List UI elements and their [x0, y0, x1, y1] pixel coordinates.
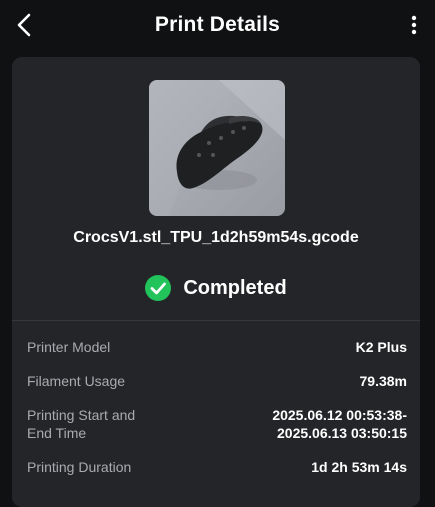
filament-usage-value: 79.38m: [359, 373, 407, 389]
page-title: Print Details: [154, 13, 281, 36]
print-details-card: CrocsV1.stl_TPU_1d2h59m54s.gcode Complet…: [12, 57, 420, 507]
more-options-button[interactable]: [403, 10, 425, 40]
print-status: Completed: [12, 272, 420, 304]
print-duration-value: 1d 2h 53m 14s: [311, 459, 407, 475]
printer-model-label: Printer Model: [27, 339, 111, 355]
filament-usage-label: Filament Usage: [27, 373, 126, 389]
top-bar: Print Details: [0, 0, 435, 52]
filament-usage-row: Filament Usage 79.38m: [27, 372, 407, 390]
divider: [12, 320, 420, 321]
check-circle-icon: [145, 275, 172, 301]
more-vertical-icon: [411, 15, 417, 35]
printer-model-value: K2 Plus: [355, 339, 407, 355]
print-time-row: Printing Start and End Time 2025.06.12 0…: [27, 406, 407, 442]
print-time-label-line1: Printing Start and: [27, 407, 136, 423]
print-time-label: Printing Start and End Time: [27, 406, 135, 442]
printer-model-row: Printer Model K2 Plus: [27, 338, 407, 356]
print-duration-row: Printing Duration 1d 2h 53m 14s: [27, 458, 407, 476]
print-time-label-line2: End Time: [27, 425, 87, 441]
file-name: CrocsV1.stl_TPU_1d2h59m54s.gcode: [73, 229, 359, 246]
shoe-model-image: [149, 80, 285, 216]
print-time-value: 2025.06.12 00:53:38- 2025.06.13 03:50:15: [272, 406, 407, 442]
print-end-time: 2025.06.13 03:50:15: [277, 425, 407, 441]
print-duration-label: Printing Duration: [27, 459, 132, 475]
print-start-time: 2025.06.12 00:53:38-: [272, 407, 407, 423]
status-label: Completed: [183, 276, 287, 299]
model-thumbnail: [149, 80, 285, 216]
